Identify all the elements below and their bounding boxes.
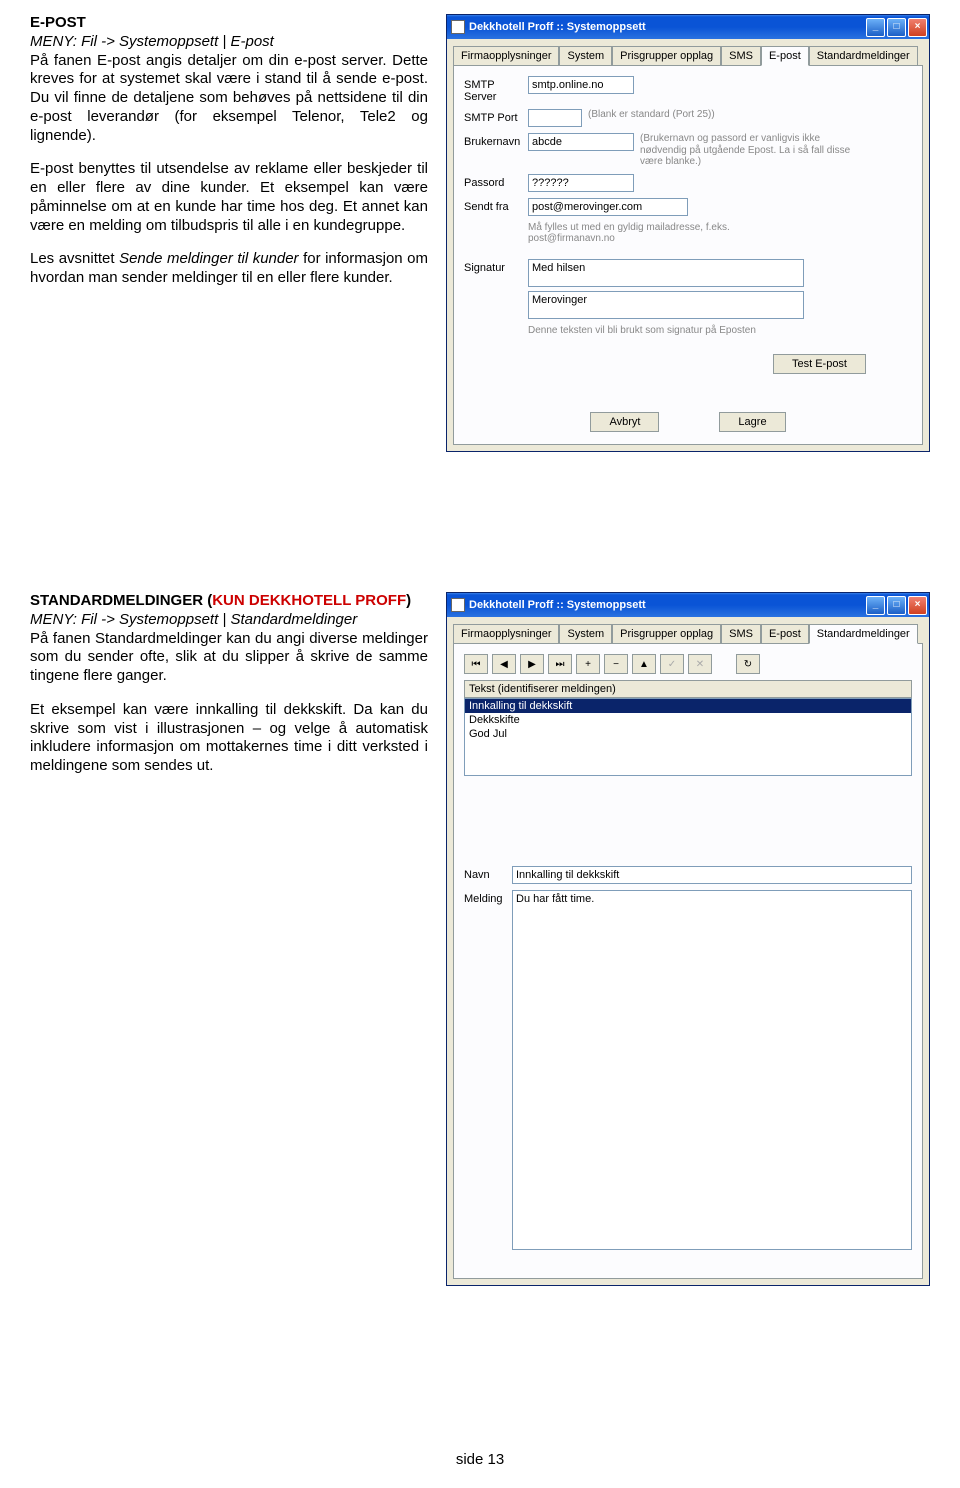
nav-cancel-icon[interactable]: ✕	[688, 654, 712, 674]
tab2-firma[interactable]: Firmaopplysninger	[453, 624, 559, 644]
from-input[interactable]	[528, 198, 688, 216]
app-icon	[451, 20, 465, 34]
nav-next-icon[interactable]: ▶	[520, 654, 544, 674]
tab2-epost[interactable]: E-post	[761, 624, 809, 644]
tab2-standardmeldinger[interactable]: Standardmeldinger	[809, 624, 918, 644]
label-from: Sendt fra	[464, 198, 528, 213]
section2-p2: Et eksempel kan være innkalling til dekk…	[30, 701, 428, 776]
nav-delete-icon[interactable]: −	[604, 654, 628, 674]
sig-line2[interactable]: Merovinger	[528, 291, 804, 319]
message-list[interactable]: Innkalling til dekkskift Dekkskifte God …	[464, 698, 912, 776]
section1-p1: På fanen E-post angis detaljer om din e-…	[30, 52, 428, 144]
list-item[interactable]: Dekkskifte	[465, 713, 911, 727]
section2-title-a: STANDARDMELDINGER (	[30, 592, 212, 609]
hint-sig: Denne teksten vil bli brukt som signatur…	[528, 325, 788, 337]
tab-standardmeldinger[interactable]: Standardmeldinger	[809, 46, 918, 66]
label-smtp-port: SMTP Port	[464, 109, 528, 124]
section1-p3a: Les avsnittet	[30, 250, 119, 267]
label-user: Brukernavn	[464, 133, 528, 148]
window-title: Dekkhotell Proff :: Systemoppsett	[469, 21, 866, 33]
window-standardmeldinger: Dekkhotell Proff :: Systemoppsett _ □ × …	[446, 592, 930, 1286]
section2-p1: På fanen Standardmeldinger kan du angi d…	[30, 630, 428, 685]
list-header: Tekst (identifiserer meldingen)	[464, 680, 912, 698]
nav-edit-icon[interactable]: ▲	[632, 654, 656, 674]
pass-input[interactable]	[528, 174, 634, 192]
melding-textarea[interactable]: Du har fått time.	[512, 890, 912, 1250]
section1-title: E-POST	[30, 14, 86, 31]
list-item[interactable]: Innkalling til dekkskift	[465, 699, 911, 713]
nav-post-icon[interactable]: ✓	[660, 654, 684, 674]
tab-prisgrupper[interactable]: Prisgrupper opplag	[612, 46, 721, 66]
section1-p3b: Sende meldinger til kunder	[119, 250, 298, 267]
smtp-port-input[interactable]	[528, 109, 582, 127]
section2-title-b: KUN DEKKHOTELL PROFF	[212, 592, 406, 609]
tab-system[interactable]: System	[559, 46, 612, 66]
window-epost: Dekkhotell Proff :: Systemoppsett _ □ × …	[446, 14, 930, 452]
label-pass: Passord	[464, 174, 528, 189]
cancel-button[interactable]: Avbryt	[590, 412, 659, 432]
close-button-2[interactable]: ×	[908, 596, 927, 615]
minimize-button[interactable]: _	[866, 18, 885, 37]
tab-epost[interactable]: E-post	[761, 46, 809, 66]
navn-input[interactable]	[512, 866, 912, 884]
sig-line1[interactable]: Med hilsen	[528, 259, 804, 287]
list-item[interactable]: God Jul	[465, 727, 911, 741]
tab-strip-2: Firmaopplysninger System Prisgrupper opp…	[447, 617, 929, 643]
app-icon-2	[451, 598, 465, 612]
nav-prev-icon[interactable]: ◀	[492, 654, 516, 674]
section1-menu: MENY: Fil -> Systemoppsett | E-post	[30, 33, 274, 50]
section2-menu: MENY: Fil -> Systemoppsett | Standardmel…	[30, 611, 357, 628]
user-input[interactable]	[528, 133, 634, 151]
titlebar-2[interactable]: Dekkhotell Proff :: Systemoppsett _ □ ×	[447, 593, 929, 617]
hint-port: (Blank er standard (Port 25))	[588, 109, 715, 121]
tab-sms[interactable]: SMS	[721, 46, 761, 66]
test-epost-button[interactable]: Test E-post	[773, 354, 866, 374]
close-button[interactable]: ×	[908, 18, 927, 37]
nav-refresh-icon[interactable]: ↻	[736, 654, 760, 674]
nav-add-icon[interactable]: +	[576, 654, 600, 674]
window-title-2: Dekkhotell Proff :: Systemoppsett	[469, 599, 866, 611]
label-signature: Signatur	[464, 259, 528, 274]
maximize-button[interactable]: □	[887, 18, 906, 37]
section1-p2: E-post benyttes til utsendelse av reklam…	[30, 160, 428, 235]
tab2-system[interactable]: System	[559, 624, 612, 644]
page-footer: side 13	[0, 1451, 960, 1468]
tab-strip: Firmaopplysninger System Prisgrupper opp…	[447, 39, 929, 65]
label-smtp-server: SMTP Server	[464, 76, 528, 103]
maximize-button-2[interactable]: □	[887, 596, 906, 615]
label-melding: Melding	[464, 890, 512, 905]
tab2-sms[interactable]: SMS	[721, 624, 761, 644]
hint-from: Må fylles ut med en gyldig mailadresse, …	[528, 222, 788, 245]
nav-first-icon[interactable]: ⏮	[464, 654, 488, 674]
tab-firma[interactable]: Firmaopplysninger	[453, 46, 559, 66]
section2-title-c: )	[406, 592, 411, 609]
label-navn: Navn	[464, 866, 512, 881]
titlebar[interactable]: Dekkhotell Proff :: Systemoppsett _ □ ×	[447, 15, 929, 39]
nav-last-icon[interactable]: ⏭	[548, 654, 572, 674]
tab2-prisgrupper[interactable]: Prisgrupper opplag	[612, 624, 721, 644]
save-button[interactable]: Lagre	[719, 412, 785, 432]
record-navigator: ⏮ ◀ ▶ ⏭ + − ▲ ✓ ✕ ↻	[464, 654, 912, 674]
smtp-server-input[interactable]	[528, 76, 634, 94]
hint-user: (Brukernavn og passord er vanligvis ikke…	[640, 133, 860, 168]
minimize-button-2[interactable]: _	[866, 596, 885, 615]
